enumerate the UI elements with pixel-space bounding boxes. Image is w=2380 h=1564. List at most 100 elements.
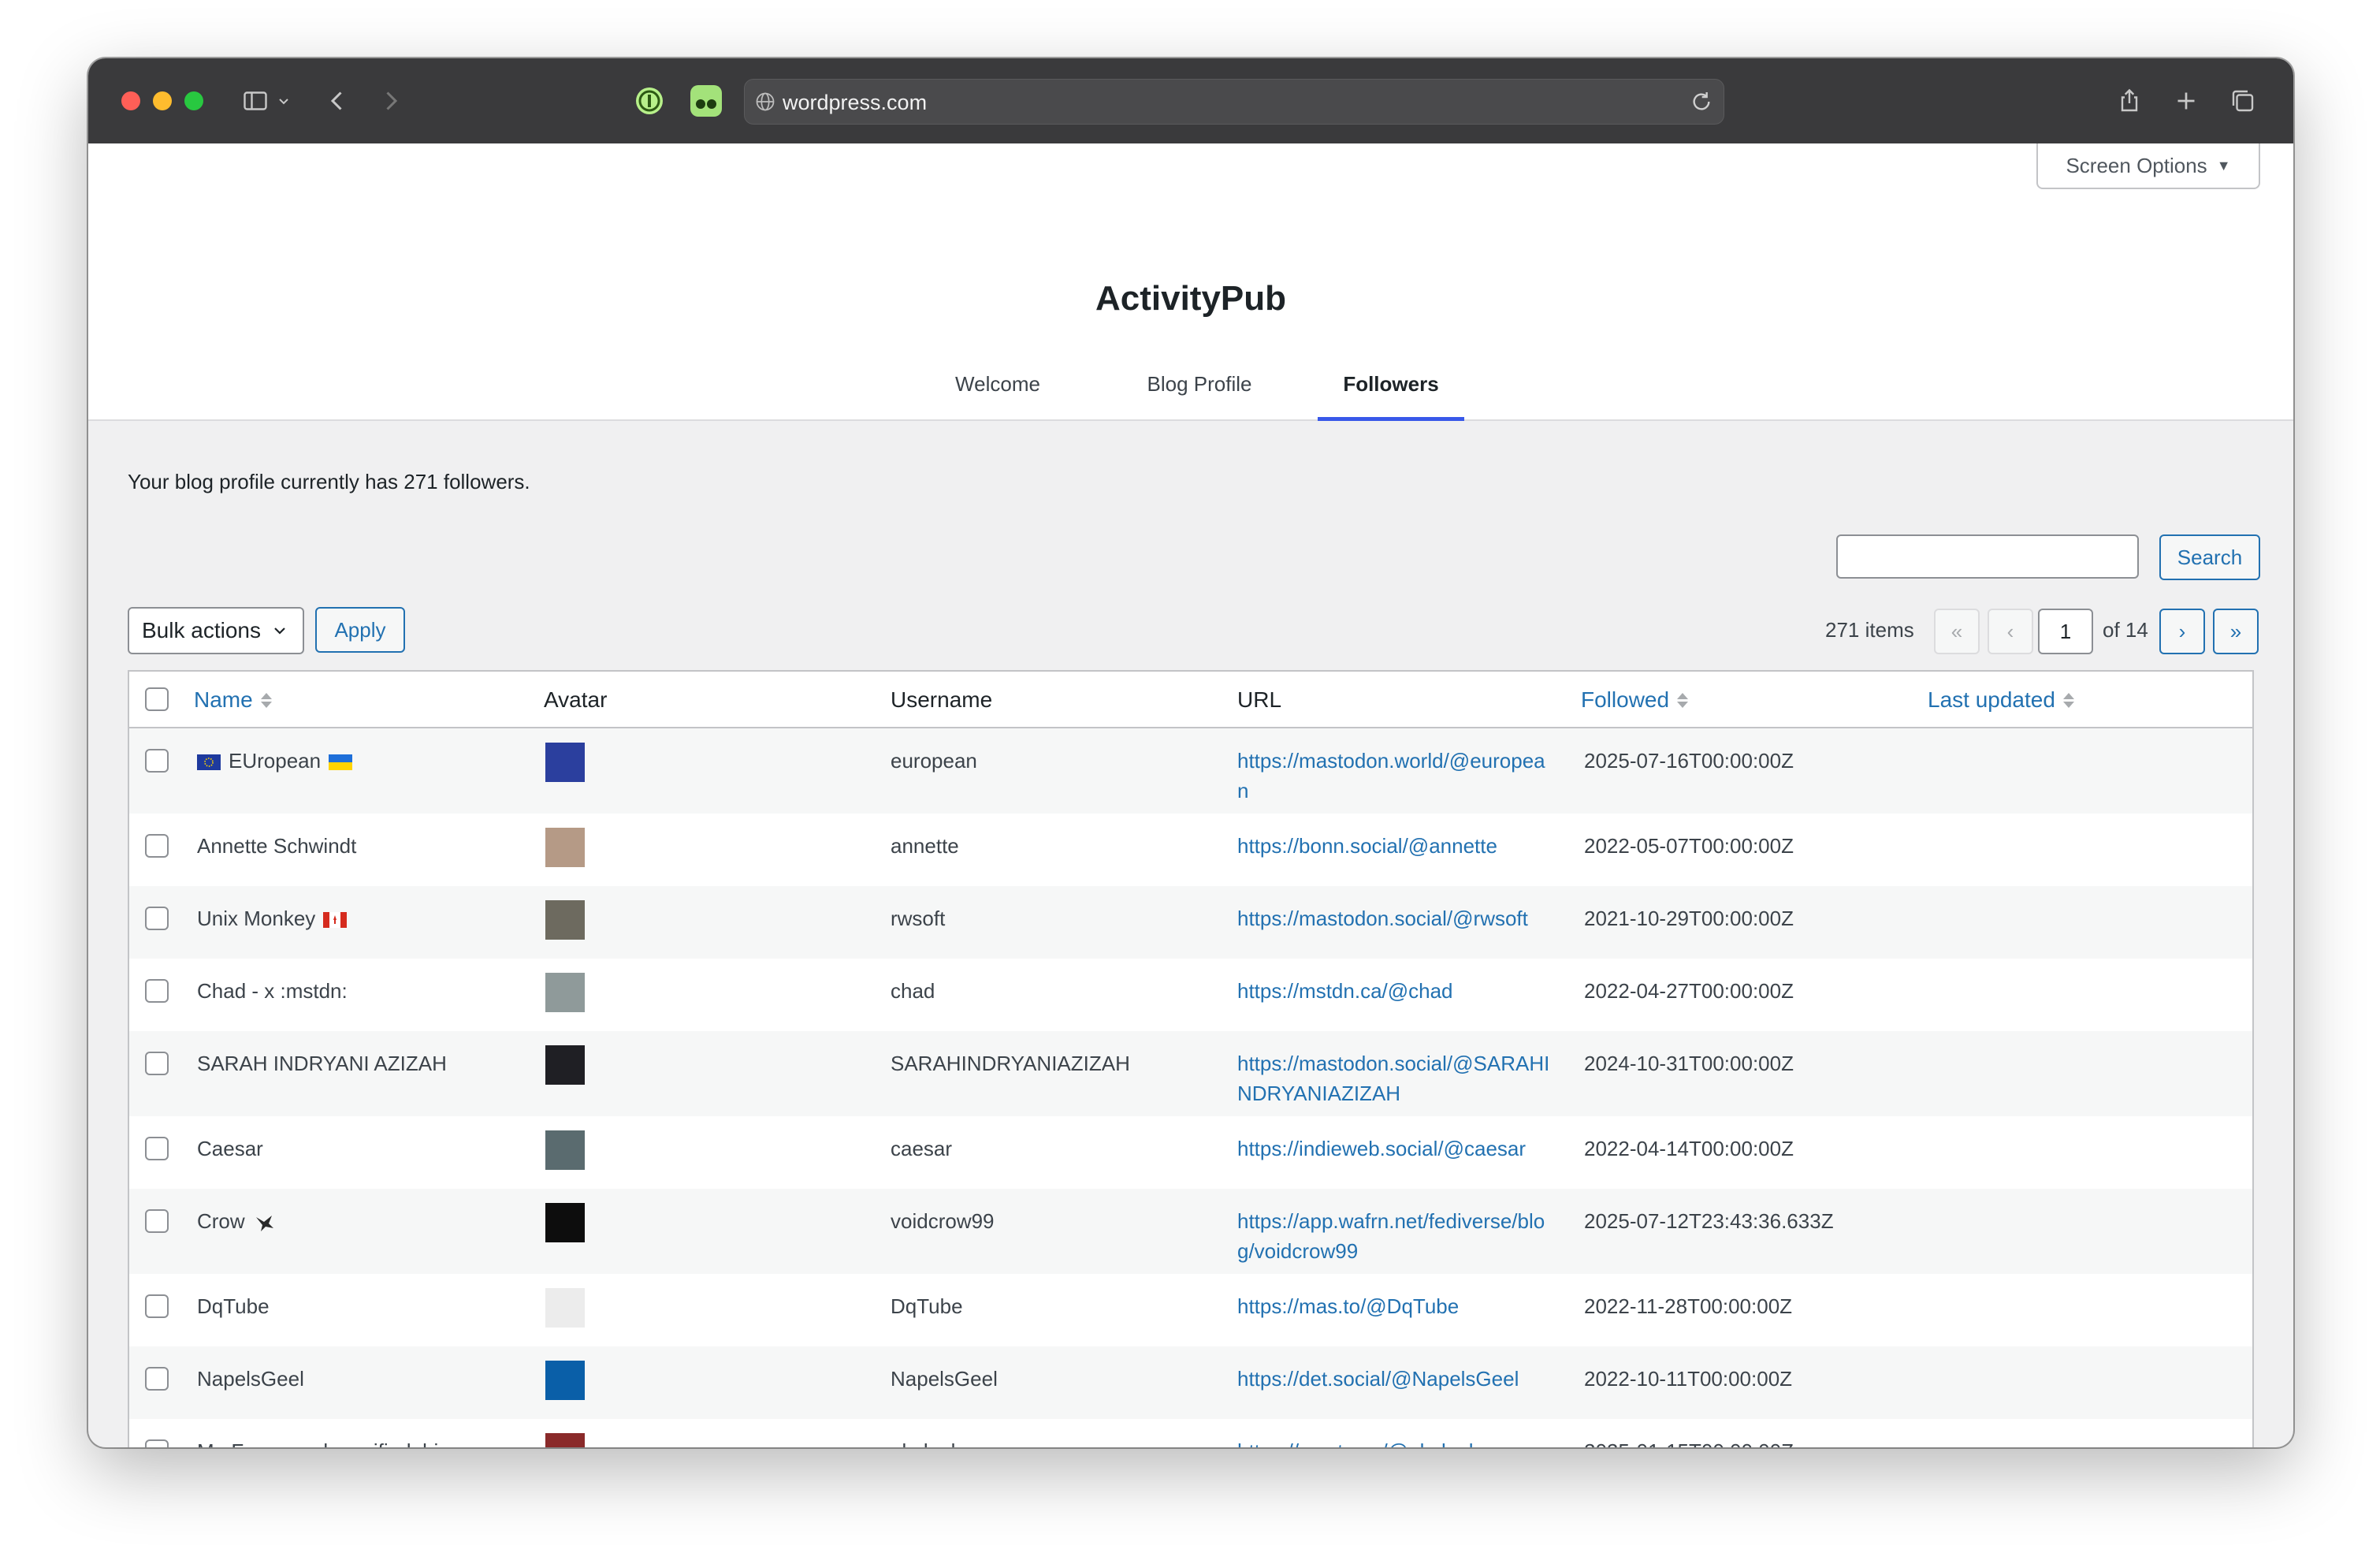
- screen-options-label: Screen Options: [2066, 153, 2207, 177]
- follower-url-link[interactable]: https://mstdn.ca/@chad: [1237, 976, 1553, 1006]
- close-window-button[interactable]: [121, 91, 140, 110]
- row-checkbox[interactable]: [145, 907, 169, 930]
- column-url: URL: [1237, 687, 1281, 713]
- address-bar[interactable]: wordpress.com: [744, 79, 1724, 125]
- tab-welcome[interactable]: Welcome: [943, 372, 1053, 419]
- browser-toolbar: wordpress.com: [88, 58, 2293, 143]
- follower-name: SARAH INDRYANI AZIZAH: [197, 1048, 528, 1078]
- avatar: [545, 1130, 585, 1170]
- table-row: SARAH INDRYANI AZIZAH SARAHINDRYANIAZIZAH…: [129, 1031, 2252, 1116]
- search-input[interactable]: [1836, 534, 2139, 579]
- row-checkbox[interactable]: [145, 1052, 169, 1075]
- share-icon[interactable]: [2114, 85, 2145, 117]
- table-row: Caesar caesar https://indieweb.social/@cae…: [129, 1116, 2252, 1189]
- avatar: [545, 1433, 585, 1447]
- column-username: Username: [891, 687, 992, 713]
- tab-overview-icon[interactable]: [2227, 85, 2259, 117]
- row-checkbox[interactable]: [145, 834, 169, 858]
- zoom-window-button[interactable]: [184, 91, 203, 110]
- follower-url-link[interactable]: https://indieweb.social/@caesar: [1237, 1134, 1553, 1164]
- column-last-updated-label: Last updated: [1928, 687, 2055, 712]
- caret-down-icon: ▼: [2216, 157, 2231, 173]
- minimize-window-button[interactable]: [153, 91, 172, 110]
- browser-window: wordpress.com Screen Options ▼ ActivityP…: [88, 58, 2293, 1447]
- last-page-button[interactable]: »: [2213, 609, 2259, 654]
- follower-url-link[interactable]: https://mastodon.social/@SARAHINDRYANIAZ…: [1237, 1048, 1553, 1108]
- follower-url-link[interactable]: https://app.wafrn.net/fediverse/blog/voi…: [1237, 1206, 1553, 1266]
- total-pages: of 14: [2103, 618, 2148, 642]
- followed-date: 2024-10-31T00:00:00Z: [1584, 1052, 1794, 1075]
- column-url-label: URL: [1237, 687, 1282, 712]
- column-followed[interactable]: Followed: [1581, 687, 1689, 713]
- follower-name-text: NapelsGeel: [197, 1367, 304, 1391]
- sidebar-icon[interactable]: [240, 85, 271, 117]
- current-page-input[interactable]: 1: [2038, 609, 2093, 654]
- avatar: [545, 1288, 585, 1328]
- row-checkbox[interactable]: [145, 749, 169, 773]
- column-avatar-label: Avatar: [544, 687, 608, 712]
- sort-icon: [1677, 692, 1689, 708]
- follower-name-text: Unix Monkey: [197, 907, 316, 930]
- sort-icon: [260, 692, 272, 708]
- ukraine-flag-icon: [329, 754, 353, 771]
- follower-url-link[interactable]: https://bonn.social/@annette: [1237, 831, 1553, 861]
- chevron-down-icon[interactable]: [274, 85, 293, 117]
- password-manager-icon[interactable]: [634, 85, 665, 117]
- follower-username: voidcrow99: [891, 1209, 995, 1233]
- tab-blog-profile-label: Blog Profile: [1147, 372, 1252, 396]
- follower-username: chad: [891, 979, 935, 1003]
- reload-icon[interactable]: [1689, 89, 1714, 114]
- row-checkbox[interactable]: [145, 1209, 169, 1233]
- column-last-updated[interactable]: Last updated: [1928, 687, 2074, 713]
- bulk-actions-select[interactable]: Bulk actions: [128, 607, 304, 654]
- follower-url-link[interactable]: https://mastodon.social/@rwsoft: [1237, 903, 1553, 933]
- tab-blog-profile[interactable]: Blog Profile: [1129, 372, 1270, 419]
- row-checkbox[interactable]: [145, 1294, 169, 1318]
- sort-icon: [2062, 692, 2074, 708]
- canada-flag-icon: [323, 912, 348, 929]
- eu-flag-icon: [197, 754, 221, 771]
- follower-username: DqTube: [891, 1294, 963, 1318]
- follower-name-text: Mr. Framework :verified_bi:: [197, 1439, 444, 1447]
- first-page-button[interactable]: «: [1934, 609, 1980, 654]
- apply-button[interactable]: Apply: [315, 607, 405, 653]
- followed-date: 2022-10-11T00:00:00Z: [1584, 1367, 1793, 1391]
- followed-date: 2025-07-16T00:00:00Z: [1584, 749, 1794, 773]
- row-checkbox[interactable]: [145, 1439, 169, 1447]
- table-row: EUropean european https://mastodon.world/@…: [129, 728, 2252, 814]
- follower-url-link[interactable]: https://mastodon.world/@european: [1237, 746, 1553, 806]
- followed-date: 2025-07-12T23:43:36.633Z: [1584, 1209, 1834, 1233]
- row-checkbox[interactable]: [145, 1367, 169, 1391]
- column-name[interactable]: Name: [194, 687, 272, 713]
- row-checkbox[interactable]: [145, 1137, 169, 1160]
- follower-username: european: [891, 749, 977, 773]
- search-button[interactable]: Search: [2159, 534, 2260, 580]
- follower-name: Caesar: [197, 1134, 528, 1164]
- followed-date: 2021-10-29T00:00:00Z: [1584, 907, 1794, 930]
- follower-name-text: Annette Schwindt: [197, 834, 357, 858]
- new-tab-icon[interactable]: [2170, 85, 2202, 117]
- row-checkbox[interactable]: [145, 979, 169, 1003]
- follower-name: Mr. Framework :verified_bi:: [197, 1436, 528, 1447]
- items-count: 271 items: [1825, 618, 1914, 642]
- follower-url-link[interactable]: https://det.social/@NapelsGeel: [1237, 1364, 1553, 1394]
- address-url: wordpress.com: [783, 91, 928, 114]
- select-all-checkbox[interactable]: [145, 687, 169, 711]
- forward-icon[interactable]: [375, 85, 407, 117]
- next-page-button[interactable]: ›: [2159, 609, 2205, 654]
- extension-icon[interactable]: [690, 85, 722, 117]
- table-row: Unix Monkey rwsoft https://mastodon.social…: [129, 886, 2252, 959]
- followed-date: 2025-01-15T00:00:00Z: [1584, 1436, 1915, 1447]
- tab-followers[interactable]: Followers: [1318, 372, 1464, 421]
- follower-name: NapelsGeel: [197, 1364, 528, 1394]
- follower-url-link[interactable]: https://masto.es/@akalanka: [1237, 1436, 1553, 1447]
- tab-welcome-label: Welcome: [955, 372, 1040, 396]
- screen-options-button[interactable]: Screen Options ▼: [2036, 143, 2260, 189]
- back-icon[interactable]: [322, 85, 353, 117]
- prev-page-button[interactable]: ‹: [1988, 609, 2033, 654]
- follower-name: Annette Schwindt: [197, 831, 528, 861]
- follower-username: annette: [891, 834, 959, 858]
- bulk-actions-label: Bulk actions: [142, 618, 261, 642]
- chevron-down-icon: [274, 627, 285, 635]
- follower-url-link[interactable]: https://mas.to/@DqTube: [1237, 1291, 1553, 1321]
